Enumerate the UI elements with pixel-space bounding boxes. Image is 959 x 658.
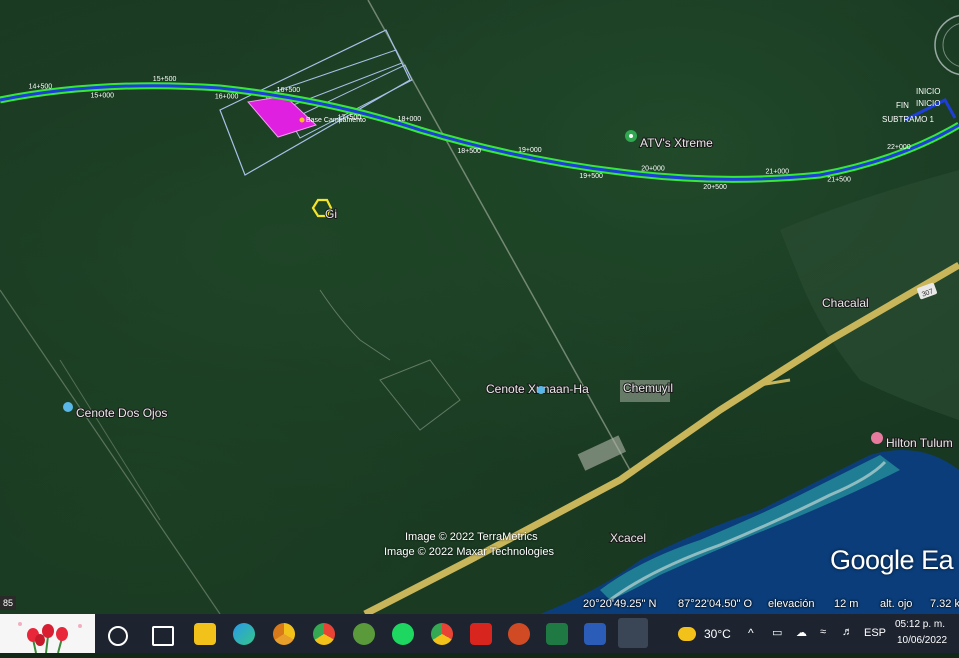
km-markers: 14+50015+00015+50016+00016+50017+500 18+0… <box>29 76 911 191</box>
km-marker-label: 21+500 <box>827 177 851 184</box>
label-gi[interactable]: Gi <box>324 206 338 222</box>
label-xcacel[interactable]: Xcacel <box>609 530 647 546</box>
km-marker-label: 19+500 <box>579 173 603 180</box>
cenote-dos-ojos-pin-icon[interactable] <box>63 402 73 412</box>
label-atv[interactable]: ATV's Xtreme <box>639 135 714 151</box>
km-marker-label: 18+000 <box>398 116 422 123</box>
label-cenote-dos-ojos[interactable]: Cenote Dos Ojos <box>75 405 168 421</box>
dirt-road <box>319 289 391 361</box>
hilton-pin-icon[interactable] <box>871 432 883 444</box>
windows-taskbar: 30°C ^ ▭ ☁ ≈ ♬ ESP 05:12 p. m. 10/06/202… <box>0 614 959 654</box>
label-fin: FIN <box>896 101 909 110</box>
km-marker-label: 19+000 <box>518 147 542 154</box>
elevation-label: elevación <box>768 598 815 610</box>
chrome-canary-icon[interactable] <box>273 623 295 645</box>
temperature[interactable]: 30°C <box>704 627 731 641</box>
label-chemuyil[interactable]: Chemuyil <box>622 380 674 396</box>
elevation-value: 12 m <box>834 598 859 610</box>
battery-icon[interactable]: ▭ <box>772 626 782 639</box>
task-view-icon[interactable] <box>152 626 174 646</box>
label-inicio-2: INICIO <box>916 99 940 108</box>
volume-icon[interactable]: ♬ <box>842 626 853 638</box>
km-marker-label: 15+000 <box>91 92 115 99</box>
onedrive-icon[interactable]: ☁ <box>796 626 807 639</box>
km-marker-label: 18+500 <box>457 148 481 155</box>
label-base: Base Campamento <box>306 117 366 124</box>
start-search-icon[interactable] <box>108 626 128 646</box>
label-subtramo: SUBTRAMO 1 <box>882 115 935 124</box>
word-icon[interactable] <box>584 623 606 645</box>
flowers-icon <box>0 614 95 654</box>
excel-icon[interactable] <box>546 623 568 645</box>
atv-pin-icon[interactable] <box>625 130 637 142</box>
km-marker-label: 15+500 <box>153 76 177 83</box>
weather-cloud-icon[interactable] <box>678 627 696 641</box>
satellite-map[interactable]: 14+500 15+000 15+500 16+000 16+500 17+500 18+0… <box>0 0 959 614</box>
label-hilton[interactable]: Hilton Tulum <box>885 435 954 451</box>
km-marker-label: 21+000 <box>766 168 790 175</box>
km-marker-label: 22+000 <box>887 144 911 151</box>
acrobat-icon[interactable] <box>470 623 492 645</box>
credit-terrametrics: Image © 2022 TerraMetrics <box>405 531 538 543</box>
dirt-road <box>379 359 461 431</box>
longitude-readout: 87°22'04.50" O <box>678 598 753 610</box>
dirt-road <box>0 289 221 614</box>
label-inicio-1: INICIO <box>916 87 940 96</box>
route-green[interactable] <box>0 82 959 183</box>
edge-icon[interactable] <box>233 623 255 645</box>
km-marker-label: 20+500 <box>703 184 727 191</box>
chevron-up-icon[interactable]: ^ <box>748 626 754 640</box>
file-explorer-icon[interactable] <box>194 623 216 645</box>
qgis-icon[interactable] <box>353 623 375 645</box>
powerpoint-icon[interactable] <box>508 623 530 645</box>
km-marker-label: 14+500 <box>29 83 53 90</box>
eye-alt-value: 7.32 k <box>930 598 959 610</box>
compass-inner-icon <box>942 23 959 67</box>
chrome-icon[interactable] <box>313 623 335 645</box>
latitude-readout: 20°20'49.25" N <box>583 598 657 610</box>
coordinate-status-bar: 20°20'49.25" N 87°22'04.50" O elevación … <box>0 596 959 614</box>
google-earth-logo: Google Ea <box>830 545 954 575</box>
clock-time[interactable]: 05:12 p. m. <box>895 619 945 630</box>
wifi-icon[interactable]: ≈ <box>820 626 826 638</box>
spotify-icon[interactable] <box>392 623 414 645</box>
credit-maxar: Image © 2022 Maxar Technologies <box>384 546 554 558</box>
route-blue <box>0 84 959 181</box>
map-overlay: 14+50015+00015+50016+00016+50017+500 18+0… <box>0 0 959 614</box>
km-marker-label: 16+000 <box>215 94 239 101</box>
base-marker-icon <box>299 117 305 123</box>
eye-alt-label: alt. ojo <box>880 598 913 610</box>
clearing <box>577 435 627 471</box>
news-widget[interactable] <box>0 614 95 654</box>
km-marker-label: 20+000 <box>641 166 665 173</box>
language-indicator[interactable]: ESP <box>864 627 886 639</box>
cenote-xunaan-pin-icon[interactable] <box>537 386 545 394</box>
clock-date[interactable]: 10/06/2022 <box>897 635 947 646</box>
compass-ring-icon[interactable] <box>934 14 959 76</box>
chrome-profile-icon[interactable] <box>431 623 453 645</box>
google-earth-icon[interactable] <box>618 618 648 648</box>
label-chacalal[interactable]: Chacalal <box>821 295 870 311</box>
dirt-road <box>59 359 161 521</box>
km-marker-label: 16+500 <box>277 87 301 94</box>
